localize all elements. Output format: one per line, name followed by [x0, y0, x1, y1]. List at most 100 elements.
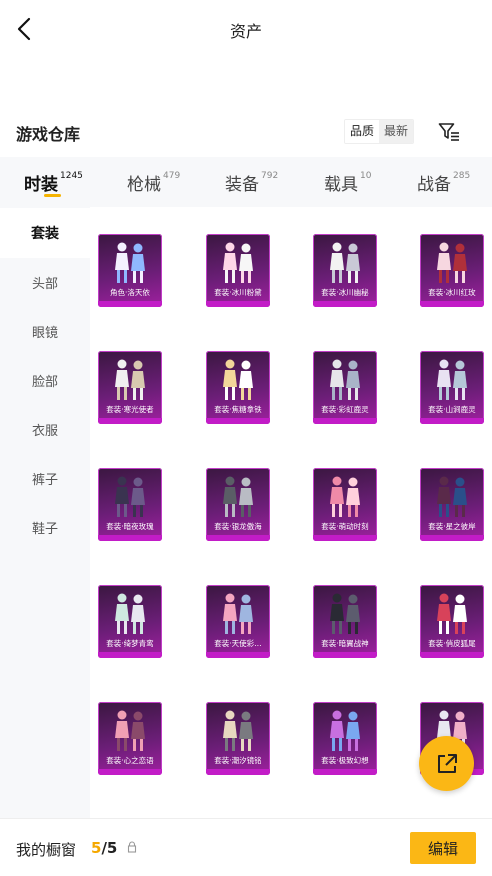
- sidebar-item-set[interactable]: 套装: [0, 208, 90, 258]
- rarity-bar: [420, 652, 484, 658]
- tab-guns[interactable]: 枪械 479: [127, 157, 180, 207]
- item-card[interactable]: 套装·寒光使者: [98, 351, 162, 424]
- rarity-bar: [98, 535, 162, 541]
- bottom-bar: 我的橱窗 5/5 编辑: [0, 818, 492, 876]
- item-label: 套装·俏皮狐尾: [428, 639, 476, 648]
- item-card[interactable]: 套装·极致幻想: [313, 702, 377, 775]
- sidebar-item-head[interactable]: 头部: [0, 257, 90, 307]
- showcase-current: 5: [91, 839, 102, 857]
- tab-count: 792: [261, 171, 279, 181]
- item-label: 套装·冰川幽秘: [321, 288, 369, 297]
- item-label: 套装·暗夜玫瑰: [106, 522, 154, 531]
- item-card[interactable]: 套装·冰川粉黛: [206, 234, 270, 307]
- sidebar-item-pants[interactable]: 裤子: [0, 453, 90, 503]
- lock-icon[interactable]: [127, 841, 137, 853]
- item-card[interactable]: 套装·银龙傲海: [206, 468, 270, 541]
- item-card[interactable]: 角色·洛天依: [98, 234, 162, 307]
- outfit-thumbnail: [115, 359, 145, 400]
- tab-label: 载具: [324, 174, 358, 195]
- item-label: 套装·暗翼战神: [321, 639, 369, 648]
- rarity-bar: [420, 535, 484, 541]
- tab-count: 479: [163, 171, 181, 181]
- outfit-thumbnail: [115, 593, 145, 634]
- item-label: 套装·天使彩…: [214, 639, 262, 648]
- sort-quality-option[interactable]: 品质: [345, 120, 380, 143]
- item-card[interactable]: 套装·山涧鹿灵: [420, 351, 484, 424]
- filter-list-icon: [438, 123, 459, 141]
- page-title: 资产: [229, 22, 262, 41]
- outfit-thumbnail: [330, 242, 360, 283]
- tab-label: 时装: [24, 174, 58, 195]
- tab-equipment[interactable]: 装备 792: [225, 157, 278, 207]
- sidebar-item-glasses[interactable]: 眼镜: [0, 306, 90, 356]
- tab-label: 枪械: [127, 174, 161, 195]
- rarity-bar: [98, 652, 162, 658]
- sidebar-item-shoes[interactable]: 鞋子: [0, 502, 90, 552]
- outfit-thumbnail: [330, 710, 360, 751]
- outfit-thumbnail: [330, 476, 360, 517]
- tab-vehicles[interactable]: 载具 10: [324, 157, 371, 207]
- item-grid: 角色·洛天依 套装·冰川粉黛 套装·冰川幽秘 套装·冰川红玫套装·寒光使者 套装·焦糖拿…: [90, 207, 492, 818]
- filter-button[interactable]: [436, 119, 462, 145]
- sidebar-item-face[interactable]: 脸部: [0, 355, 90, 405]
- item-card[interactable]: 套装·焦糖拿铁: [206, 351, 270, 424]
- item-label: 套装·银龙傲海: [214, 522, 262, 531]
- rarity-bar: [98, 769, 162, 775]
- sidebar-item-clothes[interactable]: 衣服: [0, 404, 90, 454]
- item-card[interactable]: 套装·潮汐镜铭: [206, 702, 270, 775]
- category-tabs: 时装 1245 枪械 479 装备 792 载具 10 战备 285: [0, 157, 492, 207]
- outfit-thumbnail: [223, 359, 253, 400]
- rarity-bar: [420, 301, 484, 307]
- item-label: 套装·极致幻想: [321, 756, 369, 765]
- top-bar: 资产: [0, 0, 492, 58]
- tab-count: 285: [453, 171, 471, 181]
- tab-count: 10: [360, 171, 372, 181]
- rarity-bar: [206, 301, 270, 307]
- tab-label: 装备: [225, 174, 259, 195]
- rarity-bar: [206, 535, 270, 541]
- item-label: 套装·冰川粉黛: [214, 288, 262, 297]
- item-label: 套装·冰川红玫: [428, 288, 476, 297]
- rarity-bar: [98, 418, 162, 424]
- share-fab[interactable]: [419, 736, 474, 791]
- outfit-thumbnail: [115, 710, 145, 751]
- edit-button[interactable]: 编辑: [410, 832, 476, 864]
- item-card[interactable]: 套装·绮梦青鸾: [98, 585, 162, 658]
- item-label: 套装·山涧鹿灵: [428, 405, 476, 414]
- sidebar: 套装 头部 眼镜 脸部 衣服 裤子 鞋子: [0, 207, 90, 818]
- item-card[interactable]: 套装·萌动时刻: [313, 468, 377, 541]
- item-card[interactable]: 套装·星之彼岸: [420, 468, 484, 541]
- item-label: 套装·焦糖拿铁: [214, 405, 262, 414]
- item-card[interactable]: 套装·俏皮狐尾: [420, 585, 484, 658]
- outfit-thumbnail: [437, 359, 467, 400]
- item-label: 套装·彩虹鹿灵: [321, 405, 369, 414]
- outfit-thumbnail: [330, 593, 360, 634]
- rarity-bar: [98, 301, 162, 307]
- outfit-thumbnail: [330, 359, 360, 400]
- tab-fashion[interactable]: 时装 1245: [24, 157, 83, 207]
- item-label: 套装·绮梦青鸾: [106, 639, 154, 648]
- item-label: 套装·心之恋语: [106, 756, 154, 765]
- external-share-icon: [437, 753, 457, 773]
- rarity-bar: [420, 418, 484, 424]
- item-card[interactable]: 套装·冰川幽秘: [313, 234, 377, 307]
- item-label: 套装·寒光使者: [106, 405, 154, 414]
- tab-battle-prep[interactable]: 战备 285: [417, 157, 470, 207]
- outfit-thumbnail: [223, 242, 253, 283]
- sort-latest-option[interactable]: 最新: [379, 120, 414, 143]
- outfit-thumbnail: [437, 593, 467, 634]
- item-card[interactable]: 套装·心之恋语: [98, 702, 162, 775]
- item-card[interactable]: 套装·暗翼战神: [313, 585, 377, 658]
- rarity-bar: [206, 769, 270, 775]
- rarity-bar: [313, 301, 377, 307]
- showcase-label: 我的橱窗: [16, 841, 77, 859]
- tab-count: 1245: [60, 171, 83, 181]
- item-card[interactable]: 套装·彩虹鹿灵: [313, 351, 377, 424]
- outfit-thumbnail: [115, 242, 145, 283]
- item-card[interactable]: 套装·暗夜玫瑰: [98, 468, 162, 541]
- item-label: 套装·萌动时刻: [321, 522, 369, 531]
- item-label: 套装·潮汐镜铭: [214, 756, 262, 765]
- item-card[interactable]: 套装·天使彩…: [206, 585, 270, 658]
- item-card[interactable]: 套装·冰川红玫: [420, 234, 484, 307]
- rarity-bar: [313, 769, 377, 775]
